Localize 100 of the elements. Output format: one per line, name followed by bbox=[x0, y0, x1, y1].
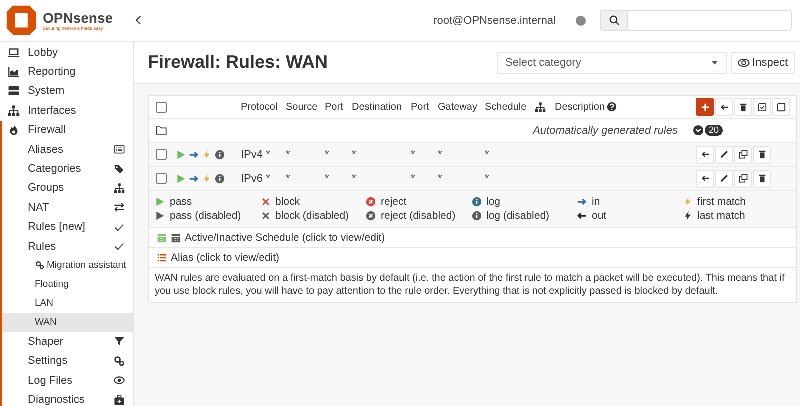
help-icon bbox=[607, 102, 618, 112]
chevron-left-icon[interactable] bbox=[135, 15, 144, 26]
arrow-left-icon bbox=[720, 102, 728, 112]
chevron-down-icon[interactable] bbox=[693, 125, 704, 136]
trash-icon bbox=[738, 102, 748, 112]
search-icon[interactable] bbox=[608, 15, 620, 26]
copy-icon bbox=[738, 150, 748, 159]
legend-label: in bbox=[592, 196, 600, 208]
plus-icon bbox=[700, 102, 710, 112]
legend-label: pass (disabled) bbox=[170, 210, 242, 222]
sidebar-item[interactable]: System bbox=[0, 82, 133, 102]
sidebar-item[interactable]: Categories bbox=[2, 159, 133, 179]
table-cell: * bbox=[352, 172, 356, 184]
sitemap-icon bbox=[8, 104, 20, 117]
column-header: Port bbox=[411, 102, 430, 112]
disable-button[interactable] bbox=[772, 98, 790, 116]
legend-label: last match bbox=[698, 210, 746, 222]
edit-button[interactable] bbox=[715, 170, 733, 188]
area-chart-icon bbox=[8, 66, 20, 78]
delete-button[interactable] bbox=[753, 170, 771, 188]
sidebar-item[interactable]: Rules [new] bbox=[2, 218, 133, 237]
sidebar-item[interactable]: Diagnostics bbox=[2, 390, 133, 406]
column-header: Gateway bbox=[438, 102, 478, 112]
rules-note: WAN rules are evaluated on a first-match basis by default (i.e. the action of the first rule to match a packet will be executed). This means that if you use block rules, you will have to pay attention to the rule order. Everything that is not explicitly passed is blocked by default. bbox=[154, 272, 786, 299]
table-cell: * bbox=[485, 148, 490, 160]
sidebar-item[interactable]: Floating bbox=[2, 275, 133, 294]
group-description: Automatically generated rules bbox=[533, 124, 678, 136]
sidebar-item[interactable]: Groups bbox=[2, 178, 133, 198]
sidebar-item[interactable]: NAT bbox=[2, 198, 133, 218]
trash-icon bbox=[758, 150, 766, 159]
page-title: Firewall: Rules: WAN bbox=[148, 52, 328, 73]
column-header: Destination bbox=[352, 102, 402, 112]
legend-label: out bbox=[592, 210, 607, 222]
list-icon bbox=[157, 252, 167, 262]
move-button[interactable] bbox=[696, 146, 714, 164]
legend-label: block (disabled) bbox=[276, 210, 350, 222]
table-cell: * bbox=[438, 172, 442, 184]
sidebar-item[interactable]: LAN bbox=[2, 294, 133, 314]
table-cell: * bbox=[485, 172, 490, 184]
sidebar-item[interactable]: Lobby bbox=[0, 43, 133, 62]
table-cell: * bbox=[325, 172, 330, 184]
sidebar-item[interactable]: Settings bbox=[2, 352, 133, 372]
folder-icon[interactable] bbox=[156, 126, 167, 135]
square-icon bbox=[776, 102, 786, 112]
table-cell: * bbox=[325, 148, 330, 160]
sidebar-item[interactable]: Reporting bbox=[0, 62, 133, 82]
delete-button[interactable] bbox=[753, 146, 771, 164]
sidebar-item[interactable]: Rules bbox=[2, 236, 133, 256]
cogs-icon bbox=[35, 261, 45, 270]
table-cell: * bbox=[352, 148, 356, 160]
inspect-button[interactable]: Inspect bbox=[730, 52, 795, 74]
checkbox[interactable] bbox=[156, 102, 167, 112]
table-cell: IPv6 * bbox=[241, 172, 270, 184]
calendar-icon bbox=[171, 232, 181, 242]
clone-button[interactable] bbox=[734, 170, 752, 188]
sidebar-item[interactable]: Firewall bbox=[0, 120, 133, 140]
pencil-icon bbox=[720, 150, 728, 159]
tags-icon bbox=[114, 164, 125, 175]
copy-icon bbox=[738, 174, 748, 183]
checkbox[interactable] bbox=[156, 149, 167, 160]
sidebar-item[interactable]: Shaper bbox=[2, 332, 133, 352]
column-header: Description bbox=[555, 102, 606, 112]
legend-label: first match bbox=[698, 196, 746, 208]
fire-icon bbox=[8, 124, 20, 136]
exchange-icon bbox=[114, 202, 125, 214]
column-header: Port bbox=[325, 102, 344, 112]
legend-label: pass bbox=[170, 196, 192, 208]
search-field[interactable] bbox=[600, 10, 792, 31]
list-icon bbox=[114, 144, 125, 156]
eye-icon bbox=[114, 375, 125, 386]
table-cell: * bbox=[286, 148, 290, 160]
legend-label: block bbox=[276, 196, 300, 208]
clone-button[interactable] bbox=[734, 146, 752, 164]
check-square-icon bbox=[758, 102, 766, 112]
sidebar-item[interactable]: WAN bbox=[2, 313, 133, 332]
delete-button[interactable] bbox=[734, 98, 752, 116]
cogs-icon bbox=[114, 356, 125, 367]
checkbox[interactable] bbox=[156, 173, 167, 184]
legend-label: Active/Inactive Schedule (click to view/edit) bbox=[185, 232, 386, 244]
add-button[interactable] bbox=[696, 98, 714, 116]
laptop-icon bbox=[8, 46, 20, 59]
legend-label: reject bbox=[381, 196, 407, 208]
category-select[interactable]: Select category bbox=[496, 52, 727, 74]
sitemap-icon bbox=[114, 182, 125, 194]
sitemap-icon bbox=[535, 102, 546, 112]
move-button[interactable] bbox=[696, 170, 714, 188]
table-cell: * bbox=[411, 148, 416, 160]
sidebar-item[interactable]: Aliases bbox=[2, 140, 133, 160]
calendar-icon bbox=[157, 232, 167, 242]
edit-button[interactable] bbox=[715, 146, 733, 164]
move-button[interactable] bbox=[715, 98, 733, 116]
user-name[interactable]: root@OPNsense.internal bbox=[434, 14, 556, 26]
enable-button[interactable] bbox=[753, 98, 771, 116]
sidebar-item[interactable]: Migration assistant bbox=[2, 256, 133, 276]
sidebar-item[interactable]: Log Files bbox=[2, 371, 133, 390]
sidebar-item[interactable]: Interfaces bbox=[0, 101, 133, 121]
legend-label: log bbox=[486, 196, 501, 208]
caret-icon bbox=[712, 60, 718, 64]
table-cell: * bbox=[438, 148, 442, 160]
arrow-left-icon bbox=[700, 174, 710, 183]
